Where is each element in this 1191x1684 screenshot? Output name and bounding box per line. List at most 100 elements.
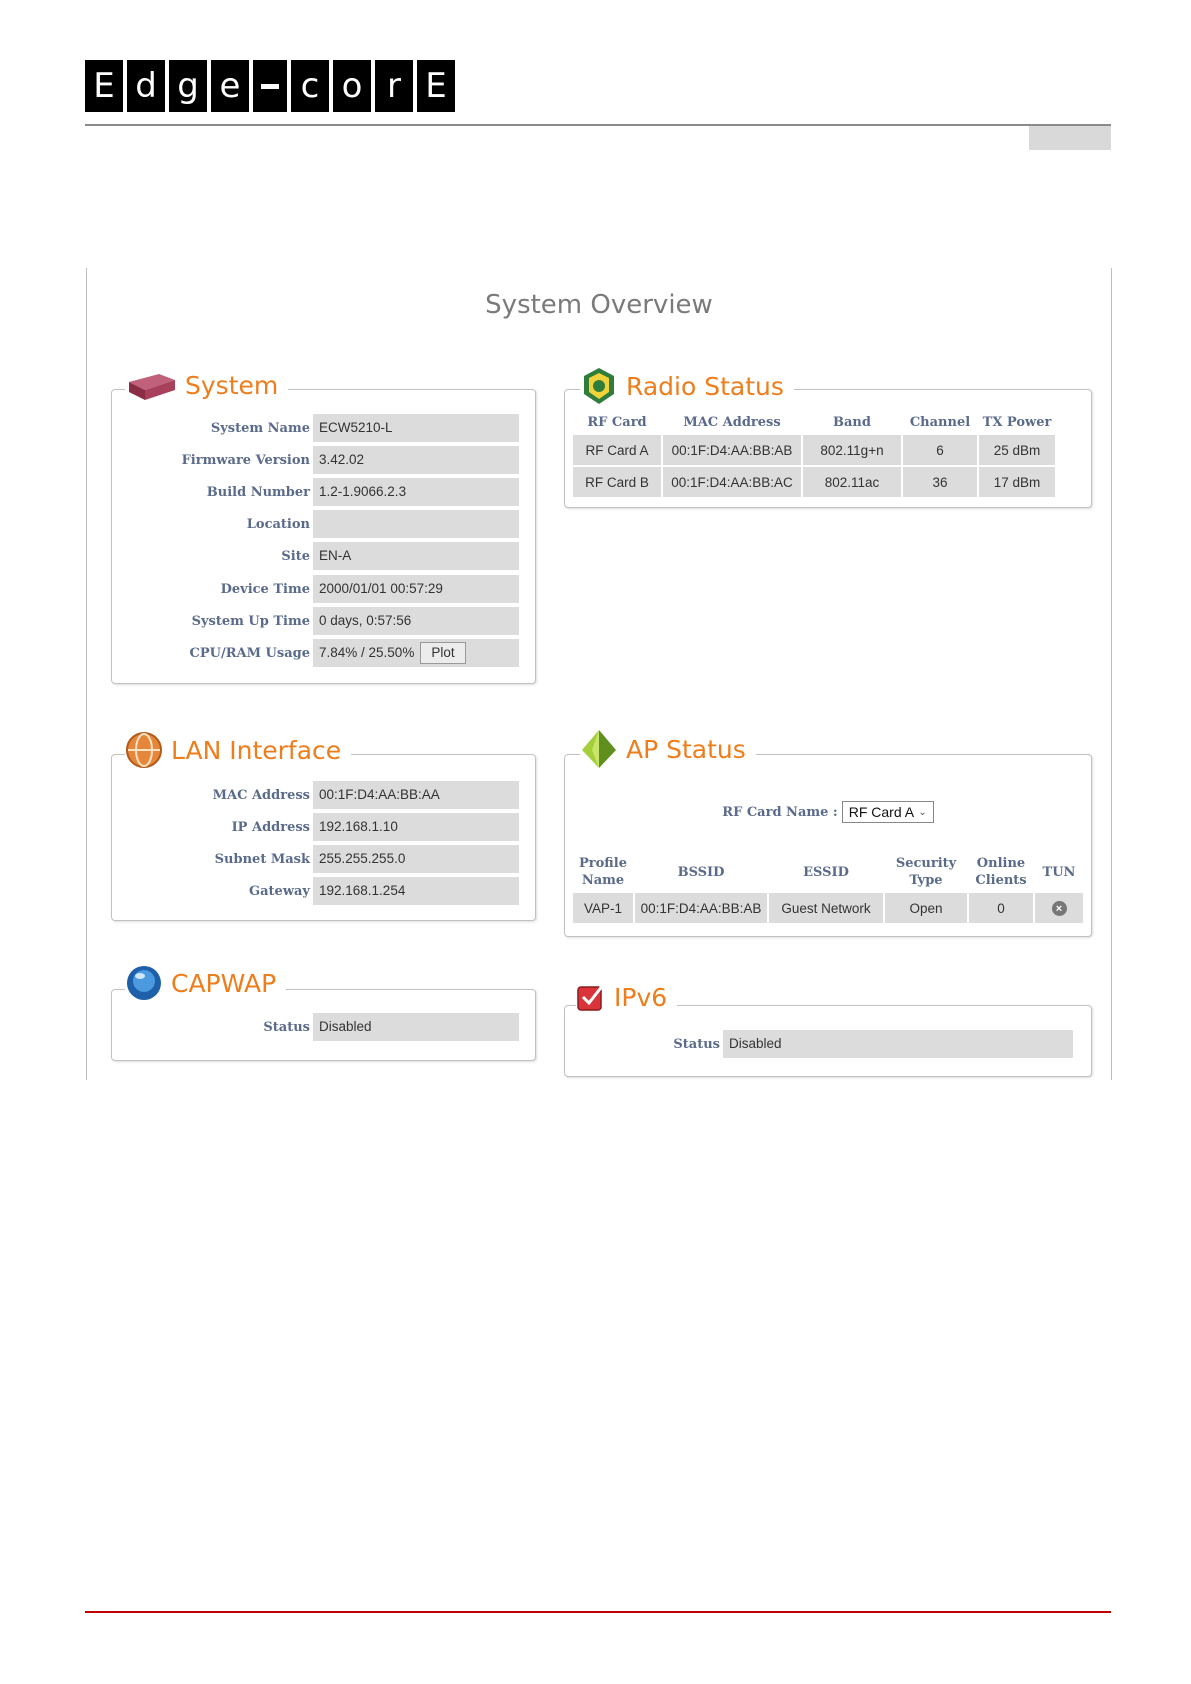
network-globe-icon [126, 732, 162, 768]
system-name-row: System Name ECW5210-L [112, 414, 519, 442]
field-value: 192.168.1.10 [313, 813, 519, 841]
logo-letter: o [333, 60, 371, 112]
field-label: Gateway [249, 883, 310, 899]
column-header: Profile Name [573, 853, 633, 891]
rf-card-name-label: RF Card Name : [722, 804, 838, 820]
lan-interface-panel-header: LAN Interface [125, 731, 352, 769]
logo-letter: E [85, 60, 123, 112]
field-label: System Name [210, 420, 310, 436]
header-tab-block [1029, 126, 1111, 150]
radio-badge-icon [584, 368, 614, 404]
field-value: 3.42.02 [313, 446, 519, 474]
column-header: Online Clients [969, 853, 1033, 891]
table-cell: 00:1F:D4:AA:BB:AB [635, 893, 767, 923]
table-cell: RF Card A [573, 435, 661, 465]
build-number-row: Build Number 1.2-1.9066.2.3 [112, 478, 519, 506]
gateway-row: Gateway 192.168.1.254 [112, 877, 519, 905]
table-cell: Guest Network [769, 893, 883, 923]
ip-address-row: IP Address 192.168.1.10 [112, 813, 519, 841]
site-row: Site EN-A [112, 542, 519, 570]
field-label: System Up Time [191, 613, 310, 629]
field-value: 255.255.255.0 [313, 845, 519, 873]
capwap-panel-header: CAPWAP [125, 964, 287, 1002]
ipv6-panel-header: IPv6 [576, 982, 678, 1012]
panel-title: IPv6 [614, 982, 668, 1012]
column-header-line: Clients [975, 873, 1027, 888]
field-value: 1.2-1.9066.2.3 [313, 478, 519, 506]
table-row: RF Card B 00:1F:D4:AA:BB:AC 802.11ac 36 … [573, 467, 1055, 497]
field-label: Subnet Mask [214, 851, 310, 867]
table-header-row: RF Card MAC Address Band Channel TX Powe… [573, 411, 1055, 433]
logo-letter: g [169, 60, 207, 112]
logo-letter: e [211, 60, 249, 112]
field-value [313, 510, 519, 538]
column-header-line: Name [581, 873, 625, 888]
logo-letter: d [127, 60, 165, 112]
logo-letter: c [291, 60, 329, 112]
field-value: 192.168.1.254 [313, 877, 519, 905]
chevron-down-icon: ⌄ [918, 806, 927, 818]
panel-title: System [185, 370, 279, 400]
column-header-line: Security [895, 856, 957, 871]
table-cell: VAP-1 [573, 893, 633, 923]
column-header-line: Profile [579, 856, 627, 871]
radio-status-panel-header: Radio Status [580, 366, 794, 406]
field-value: EN-A [313, 542, 519, 570]
table-header-row: Profile Name BSSID ESSID Security Type O… [573, 853, 1083, 891]
close-circle-icon[interactable]: × [1051, 901, 1067, 917]
header-divider [85, 124, 1111, 126]
radio-status-table: RF Card MAC Address Band Channel TX Powe… [571, 409, 1057, 499]
cpu-ram-usage-row: CPU/RAM Usage 7.84% / 25.50% Plot [112, 639, 519, 667]
column-header: BSSID [677, 864, 725, 880]
location-row: Location [112, 510, 519, 538]
table-row: RF Card A 00:1F:D4:AA:BB:AB 802.11g+n 6 … [573, 435, 1055, 465]
column-header-line: Online [976, 856, 1026, 871]
plot-button[interactable]: Plot [420, 642, 466, 664]
column-header: ESSID [803, 864, 849, 880]
column-header: RF Card [587, 414, 647, 430]
lan-interface-panel: MAC Address 00:1F:D4:AA:BB:AA IP Address… [111, 754, 536, 921]
field-label: Firmware Version [181, 452, 310, 468]
ap-status-panel-header: AP Status [580, 728, 756, 770]
logo-letter: E [417, 60, 455, 112]
footer-divider [85, 1611, 1111, 1613]
table-cell: Open [885, 893, 967, 923]
column-header: MAC Address [683, 414, 781, 430]
field-label: Status [673, 1036, 720, 1052]
field-label: Build Number [206, 484, 310, 500]
field-value: ECW5210-L [313, 414, 519, 442]
table-cell: RF Card B [573, 467, 661, 497]
rf-card-name-select[interactable]: RF Card A ⌄ [841, 801, 934, 823]
column-header: TX Power [982, 414, 1052, 430]
ipv6-panel: Status Disabled [564, 1005, 1092, 1077]
ap-status-panel: RF Card Name : RF Card A ⌄ Profile Name … [564, 754, 1092, 937]
column-header-line: Type [909, 873, 943, 888]
column-header: Security Type [885, 853, 967, 891]
system-panel: System Name ECW5210-L Firmware Version 3… [111, 389, 536, 684]
edgecore-logo: E d g e c o r E [85, 60, 459, 112]
field-value: 0 days, 0:57:56 [313, 607, 519, 635]
field-label: CPU/RAM Usage [189, 645, 310, 661]
logo-letter: r [375, 60, 413, 112]
field-label: Device Time [220, 581, 310, 597]
panel-title: AP Status [626, 734, 746, 764]
system-up-time-row: System Up Time 0 days, 0:57:56 [112, 607, 519, 635]
green-pyramid-icon [582, 730, 616, 768]
field-value: Disabled [723, 1030, 1073, 1058]
field-value: 00:1F:D4:AA:BB:AA [313, 781, 519, 809]
table-cell: 00:1F:D4:AA:BB:AC [663, 467, 801, 497]
field-label: MAC Address [212, 787, 310, 803]
field-value: 2000/01/01 00:57:29 [313, 575, 519, 603]
firmware-version-row: Firmware Version 3.42.02 [112, 446, 519, 474]
logo-dash [253, 60, 287, 112]
column-header: Band [833, 414, 871, 430]
table-cell: 802.11g+n [803, 435, 901, 465]
router-device-icon [129, 374, 175, 400]
table-cell: 0 [969, 893, 1033, 923]
panel-title: CAPWAP [171, 968, 277, 998]
cpu-ram-value: 7.84% / 25.50% [319, 645, 415, 660]
radio-status-panel: RF Card MAC Address Band Channel TX Powe… [564, 389, 1092, 508]
red-checkbox-icon [577, 984, 605, 1011]
field-label: Location [246, 516, 310, 532]
field-value: Disabled [313, 1013, 519, 1041]
